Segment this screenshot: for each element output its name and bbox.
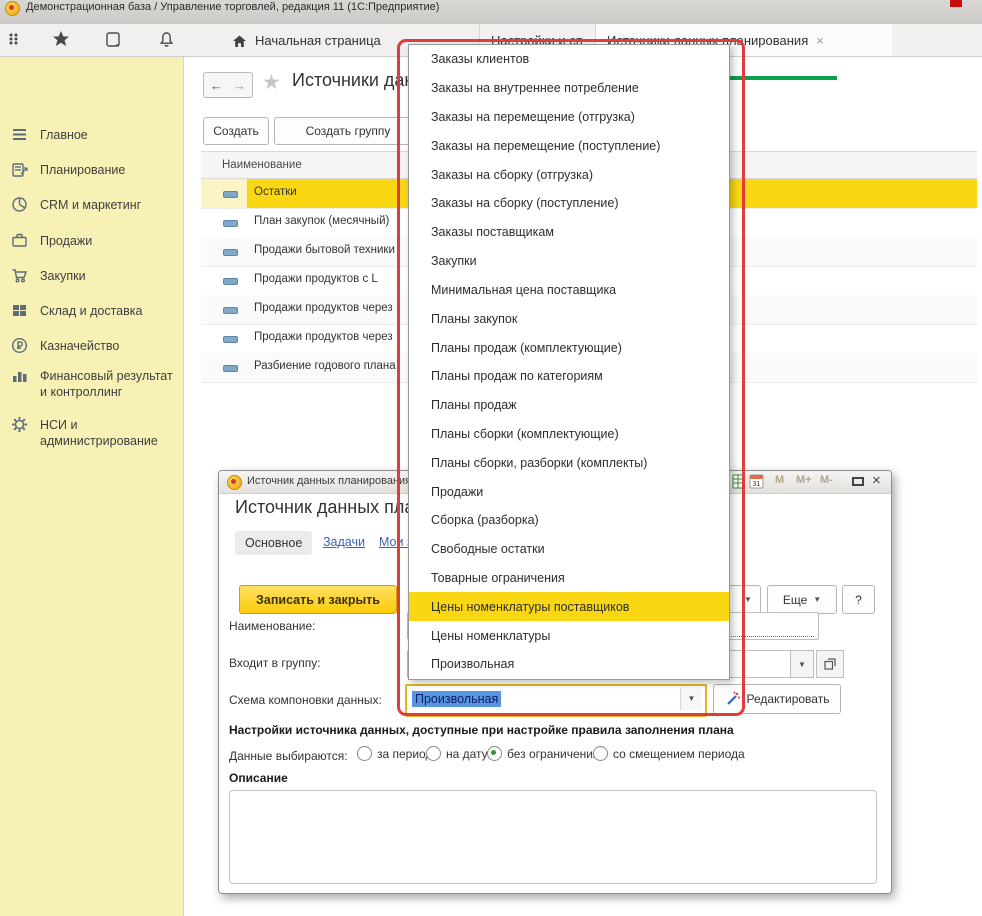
home-icon [232, 34, 247, 49]
dropdown-option[interactable]: Планы продаж (комплектующие) [409, 333, 729, 362]
dropdown-option-highlighted[interactable]: Цены номенклатуры поставщиков [409, 592, 729, 621]
item-dash-icon [223, 336, 238, 343]
sidebar: Главное Планирование CRM и маркетинг Про… [0, 57, 184, 916]
radio-icon [357, 746, 372, 761]
schema-label: Схема компоновки данных: [229, 693, 382, 707]
save-and-close-button[interactable]: Записать и закрыть [239, 585, 397, 614]
item-dash-icon [223, 249, 238, 256]
group-open-icon[interactable] [816, 650, 844, 678]
sales-briefcase-icon [11, 232, 28, 249]
dropdown-option[interactable]: Планы закупок [409, 304, 729, 333]
name-label: Наименование: [229, 619, 316, 633]
1c-dialog-icon [227, 475, 242, 490]
period-label: Данные выбираются: [229, 749, 348, 763]
description-textarea[interactable] [229, 790, 877, 884]
app-window: Демонстрационная база / Управление торго… [0, 0, 982, 916]
dropdown-option[interactable]: Произвольная [409, 650, 729, 679]
radio-icon [593, 746, 608, 761]
calendar-icon[interactable]: 31 [749, 473, 764, 489]
item-dash-icon [223, 307, 238, 314]
settings-gear-icon [11, 416, 28, 433]
item-dash-icon [223, 220, 238, 227]
favorite-star-icon[interactable]: ★ [262, 70, 281, 95]
help-button[interactable]: ? [842, 585, 875, 614]
purchases-cart-icon [11, 267, 28, 284]
schema-value: Произвольная [412, 691, 501, 707]
dropdown-option[interactable]: Заказы на сборку (поступление) [409, 189, 729, 218]
planning-icon [11, 161, 28, 178]
more-button[interactable]: Еще▼ [767, 585, 837, 614]
dropdown-option[interactable]: Планы продаж [409, 391, 729, 420]
m-plus-button[interactable]: M+ [796, 474, 812, 486]
item-dash-icon [223, 278, 238, 285]
svg-text:31: 31 [753, 481, 761, 488]
dropdown-option[interactable]: Товарные ограничения [409, 564, 729, 593]
dropdown-option[interactable]: Заказы клиентов [409, 45, 729, 74]
create-button[interactable]: Создать [203, 117, 269, 145]
schema-combo[interactable]: Произвольная ▼ [405, 684, 707, 717]
radio-za-period[interactable]: за период [357, 746, 432, 761]
edit-button[interactable]: Редактировать [713, 684, 841, 714]
dropdown-option[interactable]: Планы продаж по категориям [409, 362, 729, 391]
dropdown-option[interactable]: Минимальная цена поставщика [409, 276, 729, 305]
dropdown-option[interactable]: Заказы на перемещение (поступление) [409, 131, 729, 160]
window-titlebar: Демонстрационная база / Управление торго… [0, 0, 982, 24]
dropdown-option[interactable]: Закупки [409, 247, 729, 276]
dropdown-option[interactable]: Заказы на внутреннее потребление [409, 74, 729, 103]
radio-bez-ogranicheniya[interactable]: без ограничения [487, 746, 599, 761]
dropdown-option[interactable]: Заказы на перемещение (отгрузка) [409, 103, 729, 132]
dialog-tab-main[interactable]: Основное [235, 531, 312, 555]
1c-logo-icon [5, 1, 20, 16]
tab-close-icon[interactable]: × [816, 33, 824, 48]
dropdown-option[interactable]: Заказы на сборку (отгрузка) [409, 160, 729, 189]
apps-grid-icon[interactable] [8, 31, 26, 49]
treasury-ruble-icon [11, 337, 28, 354]
dropdown-option[interactable]: Заказы поставщикам [409, 218, 729, 247]
maximize-icon[interactable] [852, 477, 864, 486]
tab-home-label: Начальная страница [255, 33, 381, 48]
menu-lines-icon [11, 126, 28, 143]
dropdown-option[interactable]: Планы сборки (комплектующие) [409, 420, 729, 449]
favorites-star-icon[interactable] [52, 30, 70, 48]
dropdown-option[interactable]: Сборка (разборка) [409, 506, 729, 535]
group-dropdown-arrow-icon[interactable]: ▼ [790, 650, 814, 678]
radio-selected-icon [487, 746, 502, 761]
m-button[interactable]: M [775, 474, 784, 486]
radio-na-datu[interactable]: на дату [426, 746, 488, 761]
description-label: Описание [229, 771, 288, 785]
dropdown-option[interactable]: Цены номенклатуры [409, 621, 729, 650]
crm-pie-icon [11, 196, 28, 213]
forward-button[interactable]: → [227, 72, 253, 98]
dialog-tab-tasks[interactable]: Задачи [323, 535, 365, 549]
create-group-button[interactable]: Создать группу [274, 117, 422, 145]
dropdown-option[interactable]: Планы сборки, разборки (комплекты) [409, 448, 729, 477]
table-tool-icon[interactable] [732, 474, 745, 489]
radio-so-smescheniem[interactable]: со смещением периода [593, 746, 745, 761]
back-button[interactable]: ← [203, 72, 230, 98]
close-button-sliver-icon [950, 0, 962, 7]
item-dash-icon [223, 191, 238, 198]
radio-icon [426, 746, 441, 761]
magic-wand-icon [725, 691, 741, 707]
notifications-bell-icon[interactable] [158, 31, 176, 49]
history-scroll-icon[interactable] [104, 31, 122, 49]
schema-dropdown-list: Заказы клиентов Заказы на внутреннее пот… [408, 44, 730, 680]
dialog-close-icon[interactable]: × [872, 472, 881, 489]
dropdown-option[interactable]: Свободные остатки [409, 535, 729, 564]
schema-dropdown-arrow-icon[interactable]: ▼ [680, 687, 702, 710]
finance-bars-icon [11, 367, 28, 384]
dropdown-option[interactable]: Продажи [409, 477, 729, 506]
group-label: Входит в группу: [229, 656, 321, 670]
section-title: Настройки источника данных, доступные пр… [229, 723, 734, 737]
item-dash-icon [223, 365, 238, 372]
window-title: Демонстрационная база / Управление торго… [26, 1, 439, 13]
warehouse-grid-icon [11, 302, 28, 319]
m-minus-button[interactable]: M- [820, 474, 833, 486]
